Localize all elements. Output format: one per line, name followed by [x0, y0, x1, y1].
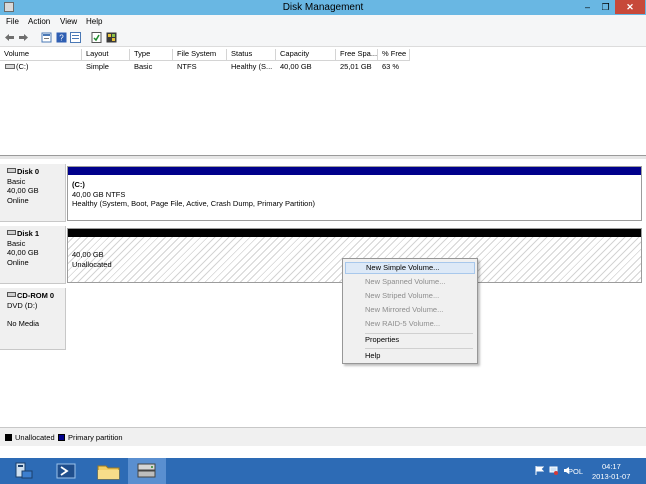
- disk-0-size: 40,00 GB: [7, 186, 39, 195]
- cdrom-0-state: No Media: [7, 319, 40, 328]
- volume-list: Volume Layout Type File System Status Ca…: [0, 47, 646, 156]
- menu-action[interactable]: Action: [28, 17, 50, 26]
- volume-list-header: Volume Layout Type File System Status Ca…: [0, 47, 410, 61]
- legend-primary-partition-swatch: [58, 434, 65, 441]
- menu-bar: File Action View Help: [0, 15, 646, 29]
- menu-separator: [365, 348, 473, 349]
- disk-0-state: Online: [7, 195, 29, 205]
- partition-c-label: (C:): [72, 180, 85, 189]
- cdrom-0-name: CD-ROM 0: [17, 291, 55, 300]
- properties-icon[interactable]: [41, 32, 52, 43]
- clock-date[interactable]: 2013-01-07: [592, 472, 630, 481]
- disk-1-size: 40,00 GB: [7, 248, 39, 257]
- powershell-icon[interactable]: [48, 458, 86, 484]
- unallocated-size: 40,00 GB: [72, 250, 104, 259]
- menu-help[interactable]: Help: [86, 17, 102, 26]
- close-button[interactable]: ✕: [615, 0, 645, 14]
- language-indicator[interactable]: POL: [568, 467, 583, 476]
- menu-file[interactable]: File: [6, 17, 19, 26]
- cdrom-0-type: DVD (D:): [7, 300, 38, 310]
- menu-help[interactable]: Help: [345, 350, 475, 362]
- cdrom-0-label[interactable]: CD-ROM 0 DVD (D:) No Media: [0, 288, 66, 350]
- column-header-layout[interactable]: Layout: [82, 49, 130, 60]
- column-header-free-space[interactable]: Free Spa...: [336, 49, 378, 60]
- check-icon[interactable]: [91, 32, 102, 43]
- menu-new-raid5-volume[interactable]: New RAID-5 Volume...: [345, 318, 475, 330]
- primary-partition-bar: [68, 167, 641, 175]
- menu-view[interactable]: View: [60, 17, 77, 26]
- cell-type: Basic: [134, 62, 153, 71]
- cell-volume: (C:): [16, 62, 29, 71]
- title-bar[interactable]: Disk Management – ❐ ✕: [0, 0, 646, 15]
- legend-unallocated-label: Unallocated: [15, 433, 55, 442]
- cell-percent-free: 63 %: [382, 62, 400, 71]
- column-header-percent-free[interactable]: % Free: [378, 49, 410, 60]
- grid-icon[interactable]: [106, 32, 117, 43]
- taskbar: POL 04:17 2013-01-07: [0, 458, 646, 484]
- forward-arrow-icon[interactable]: [18, 32, 29, 43]
- disk-management-icon[interactable]: [128, 458, 166, 484]
- legend: Unallocated Primary partition: [0, 427, 646, 446]
- disk-1-name: Disk 1: [17, 229, 40, 238]
- disk-0-partition-c[interactable]: (C:) 40,00 GB NTFS Healthy (System, Boot…: [67, 166, 642, 221]
- disk-0-type: Basic: [7, 176, 26, 186]
- menu-new-simple-volume[interactable]: New Simple Volume...: [345, 262, 475, 274]
- column-header-type[interactable]: Type: [130, 49, 173, 60]
- window-title: Disk Management: [282, 2, 364, 13]
- column-header-volume[interactable]: Volume: [0, 49, 82, 60]
- disk-1-type: Basic: [7, 238, 26, 248]
- column-header-capacity[interactable]: Capacity: [276, 49, 336, 60]
- partition-c-size: 40,00 GB NTFS: [72, 189, 126, 199]
- minimize-button[interactable]: –: [579, 0, 596, 14]
- menu-new-spanned-volume[interactable]: New Spanned Volume...: [345, 276, 475, 288]
- cell-file-system: NTFS: [177, 62, 197, 71]
- server-manager-icon[interactable]: [4, 458, 42, 484]
- context-menu: New Simple Volume... New Spanned Volume.…: [342, 258, 478, 364]
- cdrom-icon: [7, 292, 16, 297]
- flag-icon[interactable]: [535, 466, 544, 475]
- disk-1-label[interactable]: Disk 1 Basic 40,00 GB Online: [0, 226, 66, 284]
- svg-text:?: ?: [59, 34, 64, 43]
- disk-1-state: Online: [7, 257, 29, 267]
- network-icon[interactable]: [549, 466, 558, 475]
- legend-unallocated-swatch: [5, 434, 12, 441]
- unallocated-bar: [68, 229, 641, 237]
- clock-time[interactable]: 04:17: [602, 462, 621, 471]
- disk-0-label[interactable]: Disk 0 Basic 40,00 GB Online: [0, 164, 66, 222]
- cell-status: Healthy (S...: [231, 62, 273, 71]
- unallocated-status: Unallocated: [72, 259, 112, 269]
- back-arrow-icon[interactable]: [4, 32, 15, 43]
- legend-primary-partition-label: Primary partition: [68, 433, 123, 442]
- menu-new-striped-volume[interactable]: New Striped Volume...: [345, 290, 475, 302]
- disk-0-name: Disk 0: [17, 167, 40, 176]
- cell-layout: Simple: [86, 62, 109, 71]
- menu-new-mirrored-volume[interactable]: New Mirrored Volume...: [345, 304, 475, 316]
- partition-c-status: Healthy (System, Boot, Page File, Active…: [72, 199, 315, 208]
- cell-capacity: 40,00 GB: [280, 62, 312, 71]
- list-view-icon[interactable]: [70, 32, 81, 43]
- column-header-file-system[interactable]: File System: [173, 49, 227, 60]
- toolbar: ?: [0, 29, 646, 47]
- disk-icon: [7, 230, 16, 235]
- menu-properties[interactable]: Properties: [345, 334, 475, 346]
- help-icon[interactable]: ?: [56, 32, 67, 43]
- disk-icon: [7, 168, 16, 173]
- cell-free-space: 25,01 GB: [340, 62, 372, 71]
- column-header-status[interactable]: Status: [227, 49, 276, 60]
- disk-view: Disk 0 Basic 40,00 GB Online (C:) 40,00 …: [0, 159, 646, 427]
- file-explorer-icon[interactable]: [90, 458, 128, 484]
- restore-button[interactable]: ❐: [597, 0, 614, 14]
